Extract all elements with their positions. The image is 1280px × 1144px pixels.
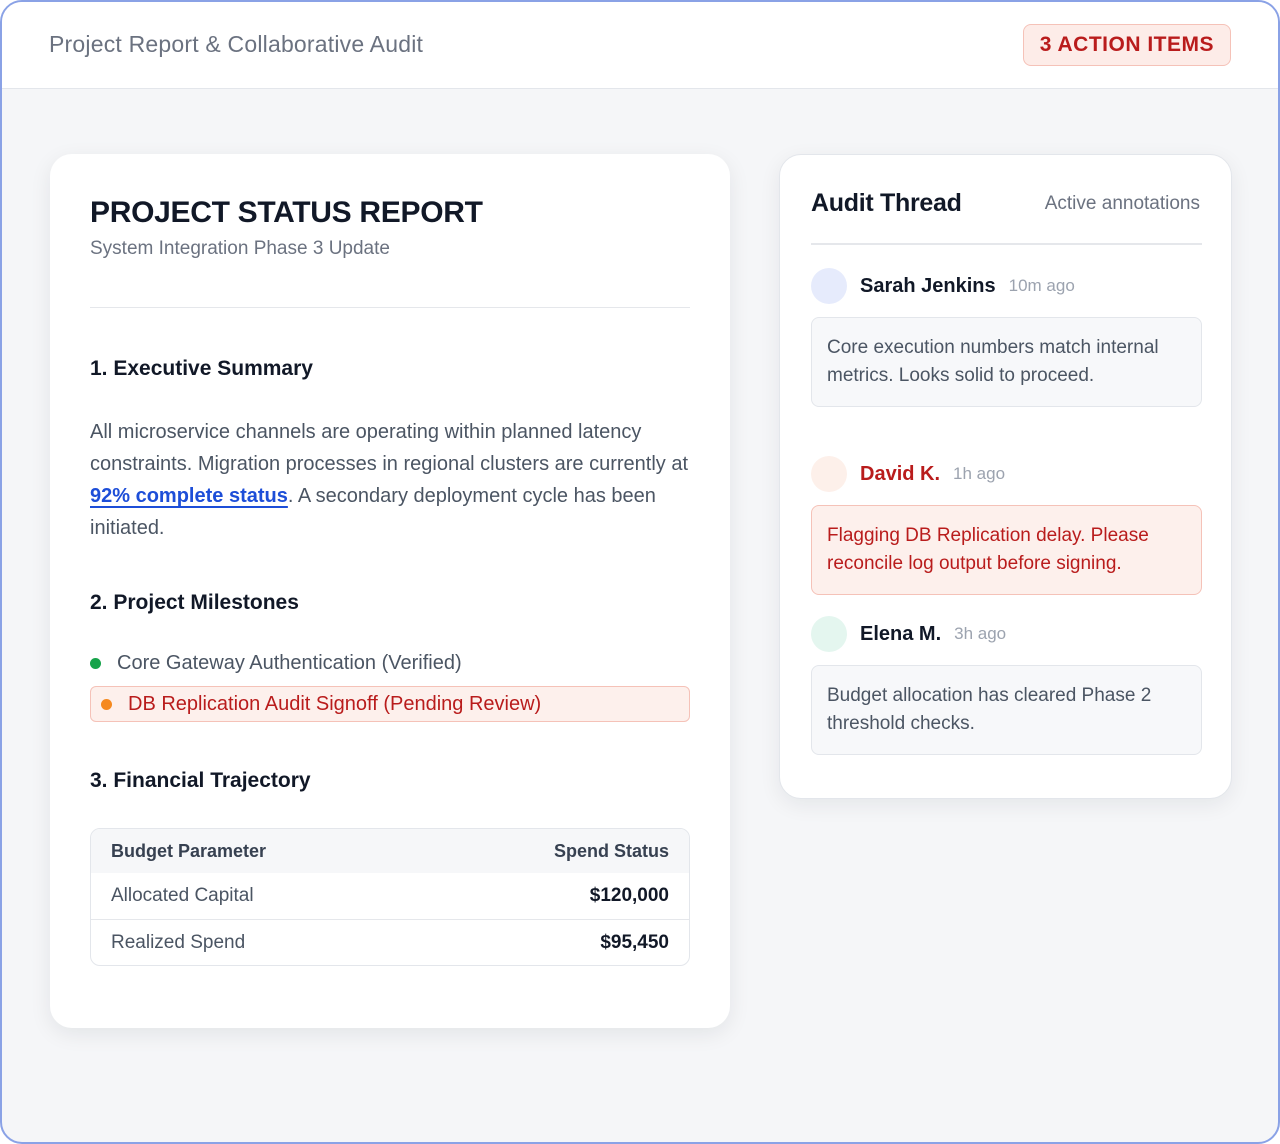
executive-summary-heading: 1. Executive Summary [90, 357, 313, 380]
comment-header: Sarah Jenkins 10m ago [811, 268, 1075, 304]
comment-time: 3h ago [954, 624, 1007, 643]
table-row: Realized Spend $95,450 [91, 919, 689, 965]
app-title: Project Report & Collaborative Audit [49, 31, 424, 57]
table-header-row: Budget Parameter Spend Status [91, 829, 689, 873]
report-title: PROJECT STATUS REPORT [90, 196, 483, 229]
milestone-item-pending[interactable]: DB Replication Audit Signoff (Pending Re… [90, 686, 690, 722]
summary-text-before: All microservice channels are operating … [90, 421, 689, 475]
row-label: Realized Spend [111, 931, 246, 953]
status-dot-icon [101, 698, 112, 710]
report-divider [90, 307, 690, 308]
column-header-parameter: Budget Parameter [111, 840, 267, 861]
comment-time: 1h ago [953, 464, 1006, 483]
comment-author[interactable]: Elena M. [860, 623, 941, 646]
milestone-item-verified: Core Gateway Authentication (Verified) [90, 645, 690, 681]
top-bar: Project Report & Collaborative Audit 3 A… [2, 2, 1278, 89]
comment-time: 10m ago [1008, 276, 1075, 295]
comment-body: Core execution numbers match internal me… [811, 317, 1202, 407]
financial-heading: 3. Financial Trajectory [90, 769, 311, 792]
status-dot-icon [90, 657, 101, 669]
action-items-badge[interactable]: 3 ACTION ITEMS [1022, 24, 1231, 66]
comment-body: Budget allocation has cleared Phase 2 th… [811, 665, 1202, 755]
audit-divider [811, 243, 1202, 245]
milestone-label: Core Gateway Authentication (Verified) [117, 651, 462, 674]
avatar[interactable] [811, 456, 847, 492]
row-value: $120,000 [589, 885, 669, 906]
report-subtitle: System Integration Phase 3 Update [90, 238, 390, 259]
milestone-label: DB Replication Audit Signoff (Pending Re… [128, 692, 542, 715]
audit-thread-panel: Audit Thread Active annotations Sarah Je… [779, 154, 1232, 799]
financial-table: Budget Parameter Spend Status Allocated … [90, 828, 690, 966]
milestones-heading: 2. Project Milestones [90, 591, 299, 614]
avatar[interactable] [811, 616, 847, 652]
table-row: Allocated Capital $120,000 [91, 873, 689, 919]
row-value: $95,450 [600, 931, 669, 953]
comment-header: David K. 1h ago [811, 456, 1005, 492]
avatar[interactable] [811, 268, 847, 304]
row-label: Allocated Capital [111, 885, 254, 906]
report-card: PROJECT STATUS REPORT System Integration… [50, 154, 730, 1028]
comment-author[interactable]: David K. [860, 463, 940, 486]
comment-author[interactable]: Sarah Jenkins [860, 275, 996, 298]
column-header-status: Spend Status [553, 840, 669, 861]
audit-subtitle: Active annotations [1044, 193, 1200, 214]
comment-body-flagged: Flagging DB Replication delay. Please re… [811, 505, 1202, 595]
executive-summary-text: All microservice channels are operating … [90, 416, 695, 544]
app-window: Project Report & Collaborative Audit 3 A… [0, 0, 1280, 1144]
comment-header: Elena M. 3h ago [811, 616, 1006, 652]
completion-status-link[interactable]: 92% complete status [90, 485, 288, 507]
audit-title: Audit Thread [811, 189, 962, 217]
